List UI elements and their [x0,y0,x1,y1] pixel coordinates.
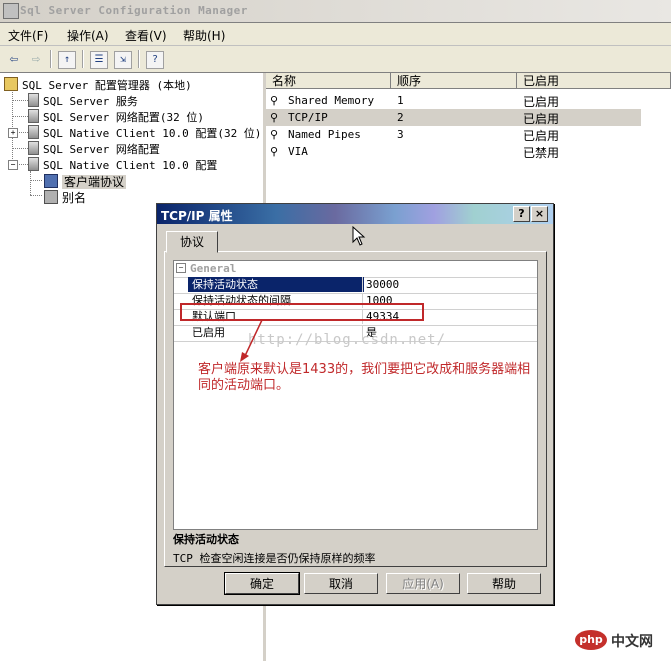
watermark: http://blog.csdn.net/ [248,332,447,348]
column-header-enabled[interactable]: 已启用 [517,73,671,89]
menu-view[interactable]: 查看(V) [125,27,167,44]
apply-button[interactable]: 应用(A) [386,573,460,594]
tree-item-client-protocols[interactable]: 客户端协议 [44,173,127,190]
tree-item-network-config-32[interactable]: SQL Server 网络配置(32 位) [28,109,204,125]
title-bar: Sql Server Configuration Manager [0,0,671,23]
collapse-icon[interactable]: − [176,263,186,273]
menu-action[interactable]: 操作(A) [67,27,109,44]
list-item[interactable]: ⚲ TCP/IP 2 已启用 [266,109,641,126]
network-icon [28,109,39,123]
menu-help[interactable]: 帮助(H) [183,27,225,44]
menu-file[interactable]: 文件(F) [8,27,48,44]
dialog-title-bar: TCP/IP 属性 ? × [157,204,553,224]
ok-button[interactable]: 确定 [224,572,300,595]
highlight-box [180,303,424,321]
protocol-icon: ⚲ [270,94,279,107]
properties-icon[interactable]: ☰ [90,51,108,69]
dialog-title: TCP/IP 属性 [161,209,233,223]
app-icon [3,3,19,19]
client-icon [28,125,39,139]
list-item[interactable]: ⚲ Named Pipes 3 已启用 [266,126,641,143]
property-row[interactable]: 保持活动状态 30000 [174,277,537,294]
up-folder-icon[interactable]: ↑ [58,51,76,69]
list-item[interactable]: ⚲ VIA 已禁用 [266,143,641,160]
column-header-name[interactable]: 名称 [266,73,391,89]
toolbar: ⇦ ⇨ ↑ ☰ ⇲ ? [0,46,671,73]
help-icon[interactable]: ? [513,206,530,222]
tree-root[interactable]: SQL Server 配置管理器 (本地) [4,77,192,93]
cancel-button[interactable]: 取消 [304,573,378,594]
network-icon [28,141,39,155]
expand-icon[interactable]: + [8,128,18,138]
tree-item-network-config[interactable]: SQL Server 网络配置 [28,141,160,157]
site-logo: php 中文网 [575,628,665,654]
category-row[interactable]: − General [174,261,537,278]
config-manager-icon [4,77,18,91]
tab-panel: − General 保持活动状态 30000 保持活动状态的间隔 1000 默认… [164,251,547,567]
list-item[interactable]: ⚲ Shared Memory 1 已启用 [266,92,641,109]
close-icon[interactable]: × [531,206,548,222]
column-header-order[interactable]: 顺序 [391,73,517,89]
server-icon [28,93,39,107]
window-title: Sql Server Configuration Manager [20,4,248,17]
tree-item-sql-server-services[interactable]: SQL Server 服务 [28,93,138,109]
protocol-icon [44,174,58,188]
protocol-icon: ⚲ [270,111,279,124]
menu-bar: 文件(F) 操作(A) 查看(V) 帮助(H) [0,23,671,46]
annotation-note: 客户端原来默认是1433的，我们要把它改成和服务器端相同的活动端口。 [198,362,531,393]
description-panel: 保持活动状态 TCP 检查空闲连接是否仍保持原样的频率 [173,531,536,565]
forward-arrow-icon[interactable]: ⇨ [26,49,46,69]
tree-item-aliases[interactable]: 别名 [44,189,86,206]
protocol-icon: ⚲ [270,128,279,141]
collapse-icon[interactable]: − [8,160,18,170]
property-grid: − General 保持活动状态 30000 保持活动状态的间隔 1000 默认… [173,260,538,530]
help-icon[interactable]: ? [146,51,164,69]
client-icon [28,157,39,171]
description-title: 保持活动状态 [173,533,239,546]
annotation-arrow [240,319,263,362]
description-text: TCP 检查空闲连接是否仍保持原样的频率 [173,552,376,565]
help-button[interactable]: 帮助 [467,573,541,594]
tree-root-label: SQL Server 配置管理器 (本地) [22,79,192,92]
category-label: General [190,262,237,275]
tab-protocol[interactable]: 协议 [166,231,218,253]
mouse-cursor-icon [352,226,366,246]
tree-item-native-client-32[interactable]: SQL Native Client 10.0 配置(32 位) [28,125,261,141]
back-arrow-icon[interactable]: ⇦ [4,49,24,69]
tcpip-properties-dialog: TCP/IP 属性 ? × 协议 − General 保持活动状态 30000 … [156,203,554,605]
export-list-icon[interactable]: ⇲ [114,51,132,69]
protocol-icon: ⚲ [270,145,279,158]
tree-item-native-client[interactable]: SQL Native Client 10.0 配置 [28,157,217,173]
alias-icon [44,190,58,204]
